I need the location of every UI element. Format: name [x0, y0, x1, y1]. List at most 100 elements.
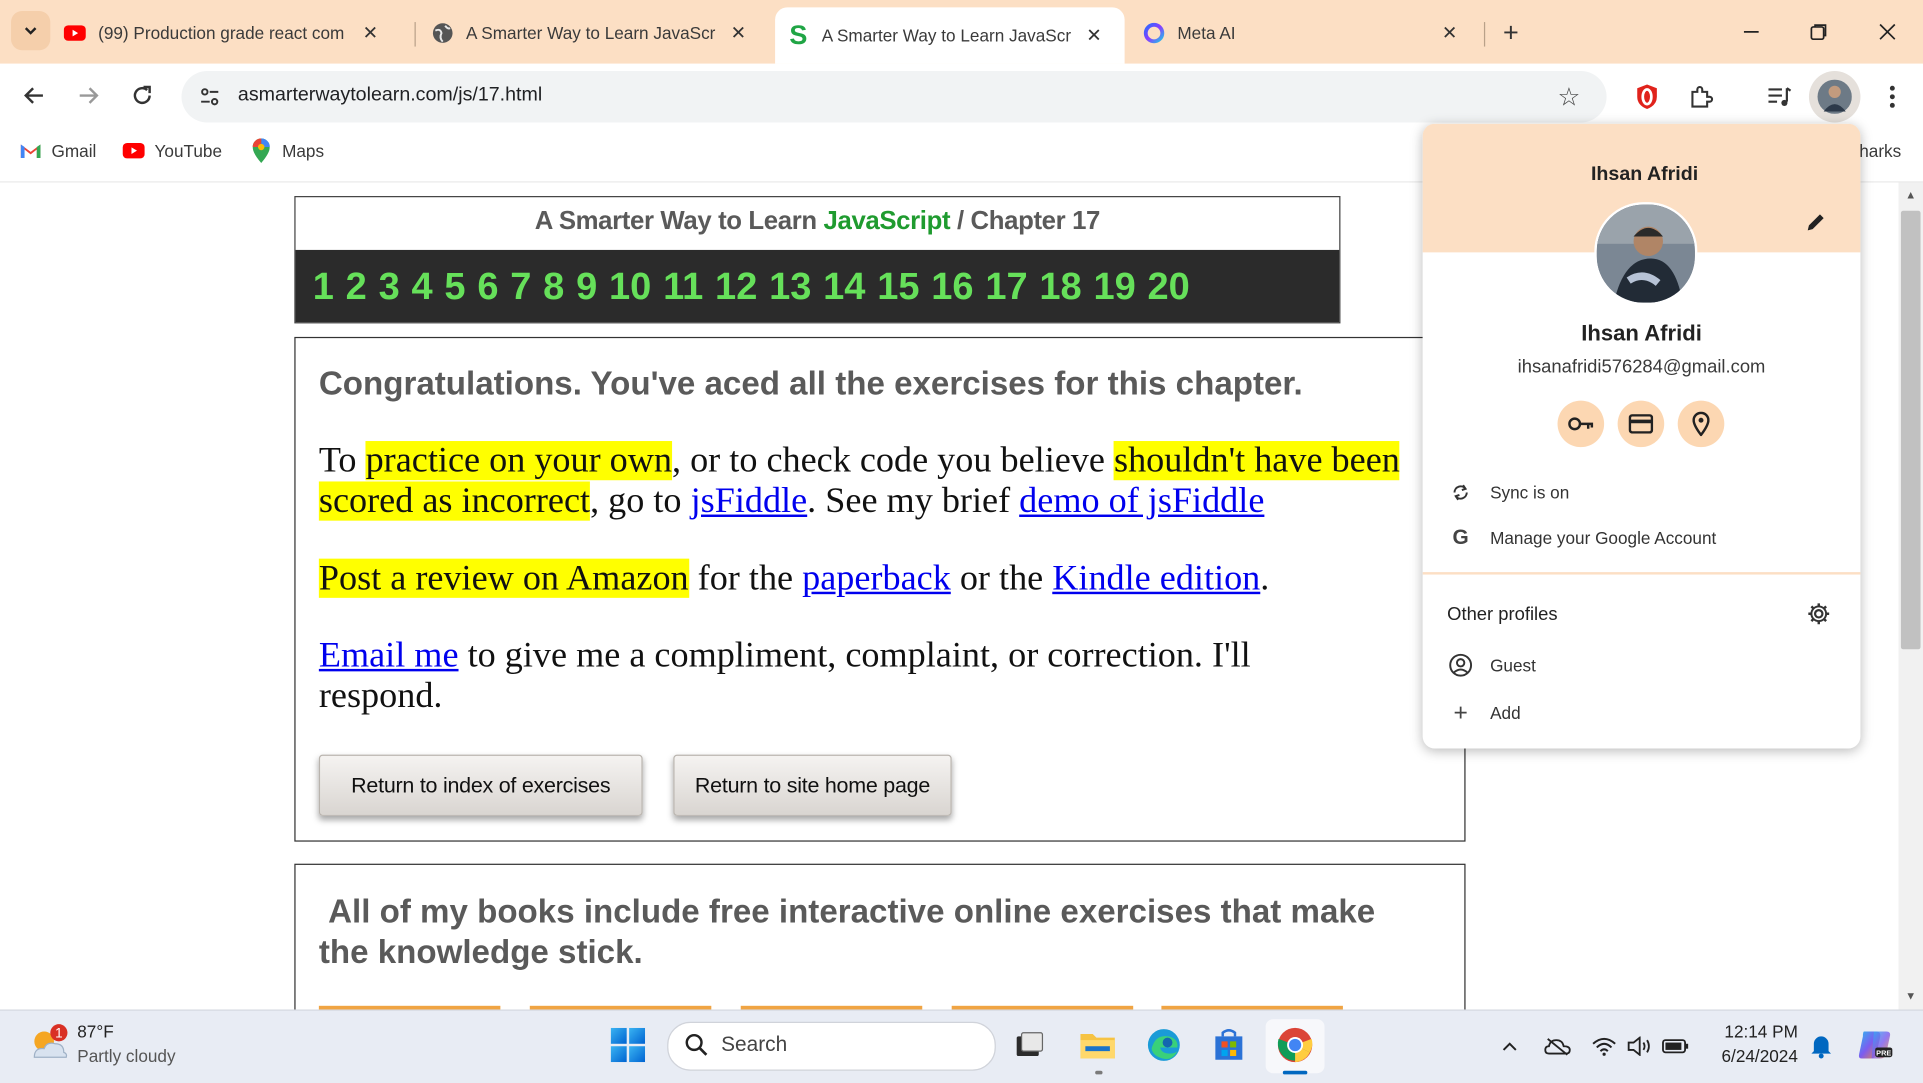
sync-row[interactable]: Sync is on [1447, 479, 1569, 506]
google-g-icon: G [1452, 525, 1469, 549]
add-profile-row[interactable]: + Add [1447, 699, 1520, 727]
weather-widget[interactable]: 1 [27, 1023, 71, 1065]
jsfiddle-link[interactable]: jsFiddle [691, 481, 808, 520]
chapter-link[interactable]: 3 [379, 264, 400, 308]
edge-button[interactable] [1143, 1024, 1185, 1066]
chapter-link[interactable]: 15 [877, 264, 919, 308]
chapter-link[interactable]: 9 [576, 264, 597, 308]
tab-title: Meta AI [1177, 23, 1236, 43]
tab-youtube[interactable]: (99) Production grade react com ✕ [63, 10, 407, 57]
chapter-link[interactable]: 12 [715, 264, 757, 308]
close-window-button[interactable] [1870, 15, 1904, 49]
chapter-link[interactable]: 20 [1148, 264, 1190, 308]
guest-profile-row[interactable]: Guest [1447, 652, 1536, 679]
search-icon [684, 1033, 709, 1058]
extensions-icon[interactable] [1685, 81, 1717, 113]
running-indicator [1095, 1070, 1103, 1075]
chapter-link[interactable]: 1 [313, 264, 334, 308]
bookmark-maps[interactable]: Maps [250, 138, 325, 163]
bookmark-label: Maps [282, 140, 325, 161]
onedrive-icon[interactable] [1544, 1034, 1571, 1059]
chapter-link[interactable]: 7 [510, 264, 531, 308]
jsfiddle-demo-link[interactable]: demo of jsFiddle [1019, 481, 1264, 520]
passwords-button[interactable] [1557, 400, 1605, 448]
maps-icon [250, 138, 272, 163]
bookmark-gmail[interactable]: Gmail [20, 140, 97, 162]
email-link[interactable]: Email me [319, 636, 459, 675]
new-tab-button[interactable]: + [1496, 17, 1525, 49]
edit-pencil-icon[interactable] [1804, 209, 1831, 236]
back-button[interactable] [17, 78, 51, 112]
tab-separator [414, 22, 416, 47]
close-tab-icon[interactable]: ✕ [1082, 23, 1107, 48]
paperback-link[interactable]: paperback [802, 559, 951, 598]
profile-button[interactable] [1808, 71, 1861, 123]
profile-name-header: Ihsan Afridi [1590, 164, 1699, 185]
copilot-button[interactable]: PRE [1854, 1024, 1896, 1066]
bookmark-youtube[interactable]: YouTube [122, 140, 222, 162]
manage-account-row[interactable]: G Manage your Google Account [1447, 524, 1717, 551]
chapter-link[interactable]: 17 [985, 264, 1027, 308]
chapter-link[interactable]: 18 [1039, 264, 1081, 308]
chapter-link[interactable]: 13 [769, 264, 811, 308]
site-info-icon[interactable] [196, 83, 223, 110]
chapter-link[interactable]: 10 [609, 264, 651, 308]
clock-date[interactable]: 6/24/2024 [1692, 1046, 1798, 1066]
text: . See my brief [807, 481, 1020, 521]
tab-smarterway-active[interactable]: S A Smarter Way to Learn JavaScr ✕ [775, 7, 1125, 64]
url-text[interactable]: asmarterwaytolearn.com/js/17.html [238, 85, 542, 107]
scrollbar-thumb[interactable] [1900, 210, 1921, 650]
close-tab-icon[interactable]: ✕ [358, 21, 383, 46]
chapter-link[interactable]: 8 [543, 264, 564, 308]
bookmark-star-icon[interactable]: ☆ [1558, 82, 1581, 113]
manage-profiles-gear-icon[interactable] [1806, 602, 1833, 629]
location-pin-icon [1692, 411, 1710, 437]
all-bookmarks-label[interactable]: harks [1859, 141, 1901, 161]
microsoft-store-button[interactable] [1208, 1024, 1250, 1066]
chapter-header: A Smarter Way to Learn JavaScript / Chap… [294, 196, 1341, 324]
forward-button[interactable] [71, 78, 105, 112]
chapter-link[interactable]: 5 [444, 264, 465, 308]
chapter-link[interactable]: 4 [411, 264, 432, 308]
show-hidden-icons[interactable] [1496, 1034, 1523, 1059]
close-tab-icon[interactable]: ✕ [1437, 21, 1462, 46]
chrome-menu-icon[interactable] [1876, 81, 1908, 113]
close-tab-icon[interactable]: ✕ [726, 21, 751, 46]
minimize-button[interactable] [1734, 15, 1768, 49]
tab-search-button[interactable] [11, 11, 51, 51]
taskbar-search[interactable] [667, 1021, 996, 1071]
tab-smarterway-1[interactable]: A Smarter Way to Learn JavaScr ✕ [432, 10, 766, 57]
start-button[interactable] [607, 1024, 649, 1066]
chrome-taskbar-button[interactable] [1274, 1024, 1316, 1066]
scroll-down-icon[interactable]: ▼ [1902, 990, 1919, 1002]
battery-icon[interactable] [1662, 1034, 1689, 1059]
chapter-link[interactable]: 19 [1093, 264, 1135, 308]
file-explorer-button[interactable] [1077, 1024, 1119, 1066]
addresses-button[interactable] [1677, 400, 1725, 448]
kindle-link[interactable]: Kindle edition [1052, 559, 1260, 598]
chapter-link[interactable]: 14 [823, 264, 865, 308]
notifications-bell-icon[interactable] [1808, 1034, 1835, 1059]
chapter-link[interactable]: 16 [931, 264, 973, 308]
tab-meta-ai[interactable]: Meta AI ✕ [1143, 10, 1474, 57]
return-index-button[interactable]: Return to index of exercises [318, 754, 643, 816]
chapter-link[interactable]: 6 [477, 264, 498, 308]
tab-separator [1483, 22, 1486, 47]
chapter-link[interactable]: 11 [663, 264, 703, 308]
scroll-up-icon[interactable]: ▲ [1902, 189, 1919, 201]
payment-methods-button[interactable] [1617, 400, 1665, 448]
return-home-button[interactable]: Return to site home page [673, 754, 952, 816]
text: to give me a compliment, complaint, or c… [318, 635, 1251, 716]
media-controls-icon[interactable] [1764, 81, 1796, 113]
volume-icon[interactable] [1626, 1034, 1653, 1059]
reload-icon [133, 85, 151, 105]
chapter-link[interactable]: 2 [346, 264, 367, 308]
reload-button[interactable] [125, 78, 159, 112]
wifi-icon[interactable] [1591, 1034, 1618, 1059]
clock-time[interactable]: 12:14 PM [1692, 1022, 1798, 1042]
books-heading-text: All of my books include free interactive… [318, 893, 1376, 971]
page-title: A Smarter Way to Learn JavaScript / Chap… [296, 207, 1340, 236]
task-view-button[interactable] [1008, 1024, 1050, 1066]
restore-button[interactable] [1802, 15, 1836, 49]
opera-adblock-icon[interactable] [1631, 81, 1663, 113]
